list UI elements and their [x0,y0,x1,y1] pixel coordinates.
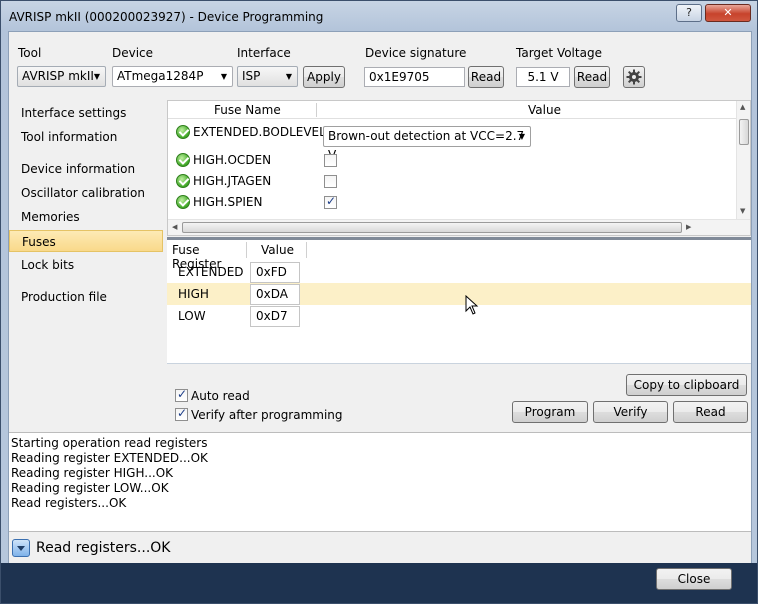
horizontal-scroll-thumb[interactable] [182,222,682,233]
window-title: AVRISP mkII (000200023927) - Device Prog… [9,10,324,24]
sidebar-item-memories[interactable]: Memories [9,206,163,228]
interface-label: Interface [237,46,291,60]
register-name: HIGH [178,287,209,301]
sidebar-item-device-information[interactable]: Device information [9,158,163,180]
fuse-name: EXTENDED.BODLEVEL [193,125,326,139]
scroll-left-icon[interactable]: ◀ [172,223,177,231]
tool-label: Tool [18,46,42,60]
program-button[interactable]: Program [512,401,588,423]
fuse-grid-header: Fuse Name Value [168,101,738,119]
sidebar-item-production-file[interactable]: Production file [9,286,163,308]
chevron-down-icon: ▼ [220,72,227,81]
sidebar-item-oscillator-calibration[interactable]: Oscillator calibration [9,182,163,204]
sidebar-item-interface-settings[interactable]: Interface settings [9,102,163,124]
sidebar-item-tool-information[interactable]: Tool information [9,126,163,148]
fuse-row-high-spien[interactable]: HIGH.SPIEN [168,192,738,213]
chevron-down-icon: ▼ [518,132,525,141]
target-voltage-field[interactable]: 5.1 V [516,67,570,87]
interface-select-value: ISP [242,69,261,83]
check-icon [176,174,190,188]
register-row-extended[interactable]: EXTENDED 0xFD [167,261,751,283]
gear-icon [626,69,642,85]
auto-read-label[interactable]: Auto read [191,389,250,403]
fuse-name: HIGH.OCDEN [193,153,272,167]
scroll-right-icon[interactable]: ▶ [686,223,691,231]
client-area: Tool AVRISP mkII ▼ Device ATmega1284P ▼ … [8,31,752,563]
register-value-field[interactable]: 0xD7 [250,306,300,327]
fuse-value-column-header[interactable]: Value [528,103,561,117]
device-programming-window: AVRISP mkII (000200023927) - Device Prog… [0,0,758,604]
apply-button[interactable]: Apply [303,66,345,88]
vertical-scroll-thumb[interactable] [739,119,749,145]
settings-button[interactable] [623,66,645,88]
fuse-actions-panel: Auto read Verify after programming Copy … [167,365,751,431]
verify-after-programming-label[interactable]: Verify after programming [191,408,343,422]
scroll-down-icon[interactable]: ▼ [740,207,745,215]
fuse-grid: Fuse Name Value EXTENDED.BODLEVEL Brown-… [167,100,751,236]
chevron-down-icon: ▼ [285,72,292,81]
fuse-grid-horizontal-scrollbar[interactable]: ◀ ▶ [168,219,750,235]
auto-read-checkbox[interactable] [175,387,188,402]
dialog-footer: Close [1,563,757,603]
register-row-low[interactable]: LOW 0xD7 [167,305,751,327]
title-bar[interactable]: AVRISP mkII (000200023927) - Device Prog… [1,1,757,31]
log-line: Reading register EXTENDED...OK [11,451,208,465]
signature-read-button[interactable]: Read [468,66,504,88]
log-line: Starting operation read registers [11,436,208,450]
spien-checkbox[interactable] [324,194,337,209]
sidebar-item-fuses[interactable]: Fuses [9,230,163,252]
close-button[interactable]: Close [656,568,732,590]
sidebar-item-lock-bits[interactable]: Lock bits [9,254,163,276]
status-bar: Read registers...OK [9,533,751,563]
scroll-up-icon[interactable]: ▲ [740,103,745,111]
expand-log-button[interactable] [12,539,30,557]
register-value-column-header[interactable]: Value [261,243,294,257]
tool-select[interactable]: AVRISP mkII ▼ [17,66,106,87]
device-signature-label: Device signature [365,46,467,60]
check-icon [176,125,190,139]
log-line: Read registers...OK [11,496,127,510]
fuse-grid-vertical-scrollbar[interactable]: ▲ ▼ [736,101,750,219]
device-signature-field[interactable]: 0x1E9705 [364,67,465,87]
interface-select[interactable]: ISP ▼ [237,66,298,87]
device-select[interactable]: ATmega1284P ▼ [112,66,233,87]
copy-to-clipboard-button[interactable]: Copy to clipboard [626,374,747,396]
verify-button[interactable]: Verify [593,401,668,423]
register-value-field[interactable]: 0xDA [250,284,300,305]
fuse-name: HIGH.SPIEN [193,195,263,209]
window-close-button[interactable]: ✕ [705,4,751,22]
check-icon [176,153,190,167]
register-name: EXTENDED [178,265,244,279]
verify-after-programming-checkbox[interactable] [175,406,188,421]
sidebar: Interface settings Tool information Devi… [9,96,166,430]
device-label: Device [112,46,154,60]
device-select-value: ATmega1284P [117,69,204,83]
status-text: Read registers...OK [36,540,171,556]
read-button[interactable]: Read [673,401,748,423]
mouse-cursor-icon [465,295,479,315]
fuse-name-column-header[interactable]: Fuse Name [214,103,281,117]
fuse-row-extended-bodlevel[interactable]: EXTENDED.BODLEVEL Brown-out detection at… [168,120,738,162]
target-voltage-label: Target Voltage [516,46,602,60]
output-log[interactable]: Starting operation read registers Readin… [9,432,751,532]
log-line: Reading register LOW...OK [11,481,169,495]
jtagen-checkbox[interactable] [324,175,337,188]
check-icon [176,195,190,209]
fuse-row-high-jtagen[interactable]: HIGH.JTAGEN [168,171,738,192]
tool-select-value: AVRISP mkII [22,69,94,83]
fuse-name: HIGH.JTAGEN [193,174,272,188]
fuse-row-high-ocden[interactable]: HIGH.OCDEN [168,150,738,171]
register-value-field[interactable]: 0xFD [250,262,300,283]
register-name: LOW [178,309,206,323]
register-row-high[interactable]: HIGH 0xDA [167,283,751,305]
chevron-down-icon: ▼ [93,72,100,81]
log-line: Reading register HIGH...OK [11,466,174,480]
help-button[interactable]: ? [676,4,702,22]
bodlevel-select[interactable]: Brown-out detection at VCC=2.7 V ▼ [323,126,531,162]
ocden-checkbox[interactable] [324,154,337,167]
fuse-register-table: Fuse Register Value EXTENDED 0xFD HIGH 0… [167,240,751,364]
voltage-read-button[interactable]: Read [574,66,610,88]
